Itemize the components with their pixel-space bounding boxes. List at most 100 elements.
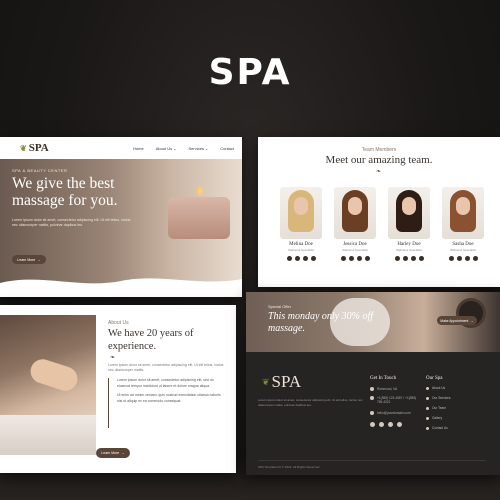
bullet-icon [426,416,429,420]
about-heading: We have 20 years of experience. [108,328,194,352]
footer-link-gallery[interactable]: Gallery [426,416,450,420]
member-photo [388,187,430,239]
nav-item-services[interactable]: Services ⌄ [189,146,209,151]
hero-heading: We give the best massage for you. [12,175,118,209]
youtube-icon[interactable] [397,422,402,427]
offer-heading: This monday only 30% off massage. [268,311,373,334]
candle-image [168,197,230,239]
instagram-icon[interactable] [456,256,462,261]
nav-item-contact[interactable]: Contact [220,146,234,151]
youtube-icon[interactable] [364,256,370,261]
team-member-card: Harley Doe Wellness Specialist [388,187,430,261]
bullet-icon [426,406,429,410]
youtube-icon[interactable] [310,256,316,261]
footer-logo[interactable]: ❦ SPA [262,372,301,392]
member-role: Wellness Specialist [450,248,476,252]
footer-logo-text: SPA [271,372,302,391]
facebook-icon[interactable] [340,256,346,261]
offer-eyebrow: Special Offer [268,304,292,309]
bullet-icon [426,386,429,390]
member-photo [280,187,322,239]
about-preview-card: About Us We have 20 years of experience.… [0,305,236,473]
youtube-icon[interactable] [418,256,424,261]
member-role: Wellness Specialist [288,248,314,252]
location-pin-icon [370,387,374,391]
facebook-icon[interactable] [394,256,400,261]
footer-link-team[interactable]: Our Team [426,406,450,410]
arrow-right-icon: → [121,451,125,455]
instagram-icon[interactable] [379,422,384,427]
facebook-icon[interactable] [448,256,454,261]
site-logo-text: SPA [28,142,49,154]
hero-wave-divider [0,278,242,297]
bullet-icon [426,396,429,400]
arrow-right-icon: → [37,257,41,262]
facebook-icon[interactable] [370,422,375,427]
member-social-links [334,256,376,261]
footer-link-contact[interactable]: Contact Us [426,426,450,430]
twitter-icon[interactable] [464,256,470,261]
facebook-icon[interactable] [286,256,292,261]
candle-flame [198,187,202,195]
leaf-logo-icon: ❦ [20,143,27,153]
about-quote-text-2: Ut enim ad minim veniam, quis nostrud ex… [117,393,221,403]
leaf-logo-icon: ❦ [262,376,270,387]
about-quote: Lorem ipsum dolor sit amet, consectetur … [108,378,226,428]
footer-link-services[interactable]: Our Services [426,396,450,400]
twitter-icon[interactable] [356,256,362,261]
email-icon [370,411,374,415]
member-social-links [280,256,322,261]
team-preview-card: Team Members Meet our amazing team. ❧ Me… [258,137,500,287]
hero-preview-card: ❦ SPA Home About Us ⌄ Services ⌄ Contact SP… [0,137,242,297]
instagram-icon[interactable] [402,256,408,261]
offer-footer-preview-card: Special Offer This monday only 30% off m… [246,292,500,475]
member-name: Melina Doe [289,242,313,247]
footer-about-text: Lorem ipsum dolor sit amet, consectetur … [258,398,363,407]
phone-icon [370,396,374,400]
nav-item-about[interactable]: About Us ⌄ [156,146,177,151]
hero-eyebrow: SPA & BEAUTY CENTER [12,168,68,173]
team-member-card: Melina Doe Wellness Specialist [280,187,322,261]
team-member-card: Jessica Doe Wellness Specialist [334,187,376,261]
about-learn-more-button[interactable]: Learn More → [96,448,130,458]
bullet-icon [426,426,429,430]
site-nav: ❦ SPA Home About Us ⌄ Services ⌄ Contact [0,137,242,159]
member-name: Harley Doe [397,242,421,247]
arrow-right-icon: → [470,318,474,323]
twitter-icon[interactable] [410,256,416,261]
footer-phone[interactable]: +1(555) 123-4567 / +1(555) 765-4321 [370,396,418,404]
member-name: Sasha Doe [452,242,474,247]
footer-link-about[interactable]: About Us [426,386,450,390]
nav-item-home[interactable]: Home [133,146,144,151]
instagram-icon[interactable] [294,256,300,261]
massage-image [0,315,96,455]
team-eyebrow: Team Members [361,147,397,153]
about-quote-text-1: Lorem ipsum dolor sit amet, consectetur … [117,378,214,388]
twitter-icon[interactable] [302,256,308,261]
page-title: SPA [208,52,292,93]
footer-email[interactable]: hello@yourdomain.com [370,411,411,415]
instagram-icon[interactable] [348,256,354,261]
hero-learn-more-button[interactable]: Learn More → [12,255,46,264]
about-intro: Lorem ipsum dolor sit amet, consectetur … [108,363,224,372]
site-logo[interactable]: ❦ SPA [20,142,49,154]
twitter-icon[interactable] [388,422,393,427]
member-name: Jessica Doe [343,242,367,247]
about-eyebrow: About Us [108,320,129,326]
footer-contact-heading: Get In Touch [370,376,397,381]
footer-copyright: SPA Template Kit © 2022. All Rights Rese… [258,460,486,469]
hero-description: Lorem ipsum dolor sit amet, consectetur … [12,218,131,227]
member-social-links [442,256,484,261]
leaf-divider-icon: ❧ [110,355,116,361]
footer-address: Richmond, VA [370,387,397,391]
footer-social-links [370,422,402,427]
nav-menu: Home About Us ⌄ Services ⌄ Contact [133,146,234,151]
team-member-card: Sasha Doe Wellness Specialist [442,187,484,261]
leaf-divider-icon: ❧ [376,169,382,175]
youtube-icon[interactable] [472,256,478,261]
member-role: Wellness Specialist [396,248,422,252]
member-role: Wellness Specialist [342,248,368,252]
make-appointment-button[interactable]: Make Appointment → [437,316,477,325]
team-heading: Meet our amazing team. [325,154,433,166]
member-social-links [388,256,430,261]
